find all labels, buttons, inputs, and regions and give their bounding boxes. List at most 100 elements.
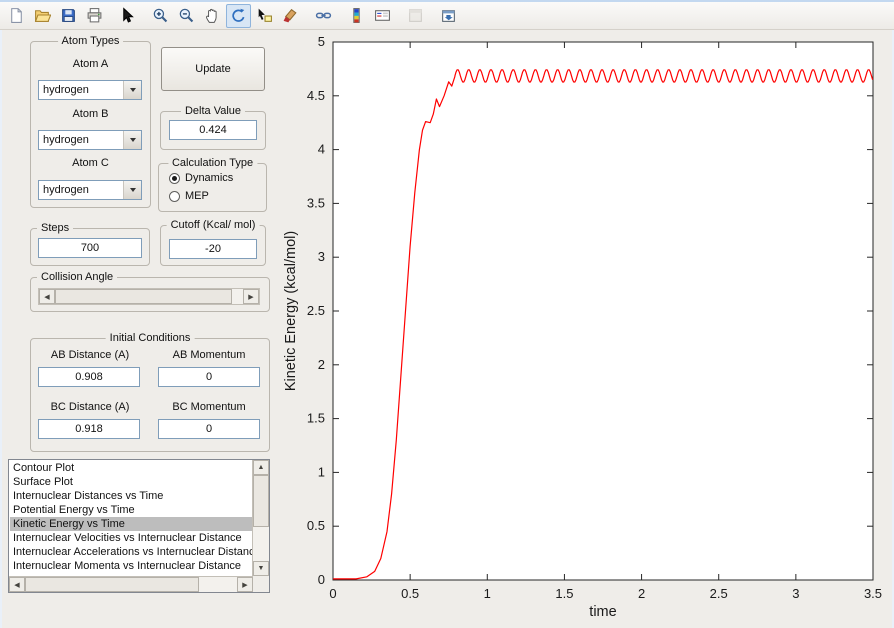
y-tick-label: 3 [318,249,325,264]
y-tick-label: 5 [318,34,325,49]
list-item[interactable]: Contour Plot [10,461,252,475]
radio-mep[interactable]: MEP [169,189,209,203]
list-item[interactable]: Surface Plot [10,475,252,489]
pan-button[interactable] [200,4,225,28]
open-file-button[interactable] [30,4,55,28]
atom-a-dropdown-icon[interactable] [123,81,141,99]
link-plot-button[interactable] [311,4,336,28]
update-button[interactable]: Update [161,47,265,91]
ab-distance-field[interactable]: 0.908 [38,367,140,387]
atom-types-panel: Atom Types Atom A hydrogen Atom B hydrog… [30,41,151,208]
atom-c-select[interactable]: hydrogen [38,180,142,200]
horizontal-scroll-thumb[interactable] [25,577,199,592]
ab-momentum-field[interactable]: 0 [158,367,260,387]
print-figure-button[interactable] [82,4,107,28]
toolbar [0,2,894,30]
vertical-scroll-thumb[interactable] [253,475,269,527]
initial-conditions-title: Initial Conditions [106,332,195,345]
toolbar-separator [304,5,311,27]
radio-dynamics-icon[interactable] [169,173,180,184]
brush-button[interactable] [278,4,303,28]
radio-mep-label: MEP [185,190,209,202]
collision-angle-slider[interactable]: ◀ ▶ [38,288,260,305]
bc-momentum-label: BC Momentum [157,401,261,414]
list-item[interactable]: Internuclear Distances vs Time [10,489,252,503]
listbox-vertical-scrollbar[interactable]: ▲ ▼ [252,460,269,576]
x-tick-label: 3.5 [864,586,882,601]
scroll-left-icon[interactable]: ◀ [9,577,25,592]
delta-value-field[interactable]: 0.424 [169,120,257,140]
scroll-down-icon[interactable]: ▼ [253,561,269,576]
radio-dynamics[interactable]: Dynamics [169,171,233,185]
ab-momentum-label: AB Momentum [157,349,261,362]
list-item[interactable]: Internuclear Velocities vs Internuclear … [10,531,252,545]
insert-legend-button[interactable] [370,4,395,28]
steps-title: Steps [37,222,73,235]
bc-momentum-field[interactable]: 0 [158,419,260,439]
list-item[interactable]: Internuclear Momenta vs Internuclear Dis… [10,559,252,573]
zoom-in-button[interactable] [148,4,173,28]
list-item[interactable]: Kinetic Energy vs Time [10,517,252,531]
atom-types-title: Atom Types [58,35,124,48]
cutoff-field[interactable]: -20 [169,239,257,259]
listbox-horizontal-scrollbar[interactable]: ◀ ▶ [9,576,253,592]
atom-b-dropdown-icon[interactable] [123,131,141,149]
insert-legend-icon [374,7,391,24]
atom-c-label: Atom C [31,157,150,170]
cutoff-title: Cutoff (Kcal/ mol) [167,219,260,232]
insert-colorbar-button[interactable] [344,4,369,28]
update-button-label: Update [195,63,230,75]
atom-b-select[interactable]: hydrogen [38,130,142,150]
collision-angle-title: Collision Angle [37,271,117,284]
vertical-scroll-track[interactable] [253,475,269,561]
y-tick-label: 0.5 [307,518,325,533]
plot-area[interactable]: 00.511.522.533.500.511.522.533.544.55tim… [278,30,894,628]
data-cursor-button[interactable] [252,4,277,28]
atom-c-dropdown-icon[interactable] [123,181,141,199]
atom-b-value: hydrogen [39,131,123,149]
x-tick-label: 3 [792,586,799,601]
plot-type-listbox[interactable]: Contour PlotSurface PlotInternuclear Dis… [8,459,270,593]
y-tick-label: 4 [318,142,325,157]
toolbar-separator [108,5,115,27]
slider-thumb[interactable] [55,289,232,304]
slider-track[interactable] [55,289,243,304]
save-figure-button[interactable] [56,4,81,28]
x-tick-label: 1 [484,586,491,601]
toolbar-separator [396,5,403,27]
bc-distance-field[interactable]: 0.918 [38,419,140,439]
atom-a-label: Atom A [31,58,150,71]
open-file-icon [34,7,51,24]
hide-plot-tools-button [403,4,428,28]
new-figure-icon [8,7,25,24]
list-item[interactable]: Potential Energy vs Time [10,503,252,517]
x-tick-label: 0.5 [401,586,419,601]
radio-mep-icon[interactable] [169,191,180,202]
cutoff-panel: Cutoff (Kcal/ mol) -20 [160,225,266,266]
dock-figure-button[interactable] [436,4,461,28]
y-tick-label: 0 [318,572,325,587]
collision-angle-panel: Collision Angle ◀ ▶ [30,277,270,312]
slider-right-arrow-icon[interactable]: ▶ [243,289,259,304]
new-figure-button[interactable] [4,4,29,28]
kinetic-energy-chart[interactable]: 00.511.522.533.500.511.522.533.544.55tim… [278,30,894,628]
steps-field[interactable]: 700 [38,238,142,258]
scroll-right-icon[interactable]: ▶ [237,577,253,592]
toolbar-separator [337,5,344,27]
pan-icon [204,7,221,24]
x-tick-label: 1.5 [555,586,573,601]
rotate-3d-icon [230,7,247,24]
rotate-3d-button[interactable] [226,4,251,28]
list-item[interactable]: Internuclear Accelerations vs Internucle… [10,545,252,559]
print-figure-icon [86,7,103,24]
scroll-up-icon[interactable]: ▲ [253,460,269,475]
ab-distance-label: AB Distance (A) [37,349,143,362]
zoom-out-button[interactable] [174,4,199,28]
slider-left-arrow-icon[interactable]: ◀ [39,289,55,304]
hide-plot-tools-icon [407,7,424,24]
atom-a-select[interactable]: hydrogen [38,80,142,100]
horizontal-scroll-track[interactable] [25,577,237,592]
y-tick-label: 1.5 [307,411,325,426]
scrollbar-corner [253,576,269,592]
edit-plot-button[interactable] [115,4,140,28]
